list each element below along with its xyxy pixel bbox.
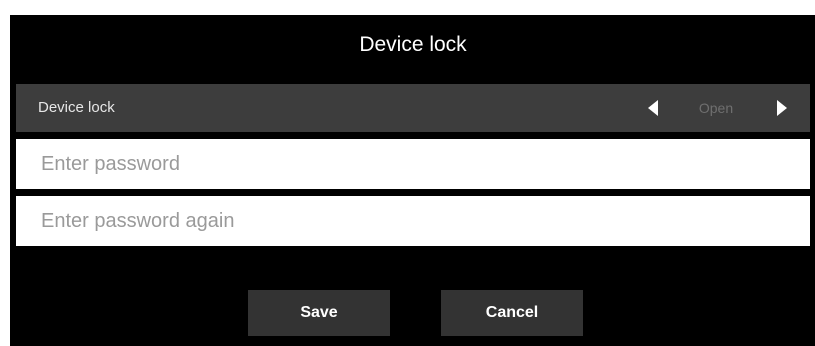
save-button[interactable]: Save	[248, 290, 390, 336]
triangle-right-icon[interactable]	[777, 100, 787, 116]
dialog-title: Device lock	[359, 33, 467, 56]
setting-label: Device lock	[38, 99, 115, 116]
device-lock-dialog: Device lock Device lock Open Save Cancel	[10, 15, 815, 346]
setting-value: Open	[698, 100, 734, 116]
device-lock-setting-row[interactable]: Device lock Open	[16, 84, 810, 132]
password-input[interactable]	[16, 139, 810, 189]
triangle-left-icon[interactable]	[648, 100, 658, 116]
confirm-password-input[interactable]	[16, 196, 810, 246]
cancel-button[interactable]: Cancel	[441, 290, 583, 336]
